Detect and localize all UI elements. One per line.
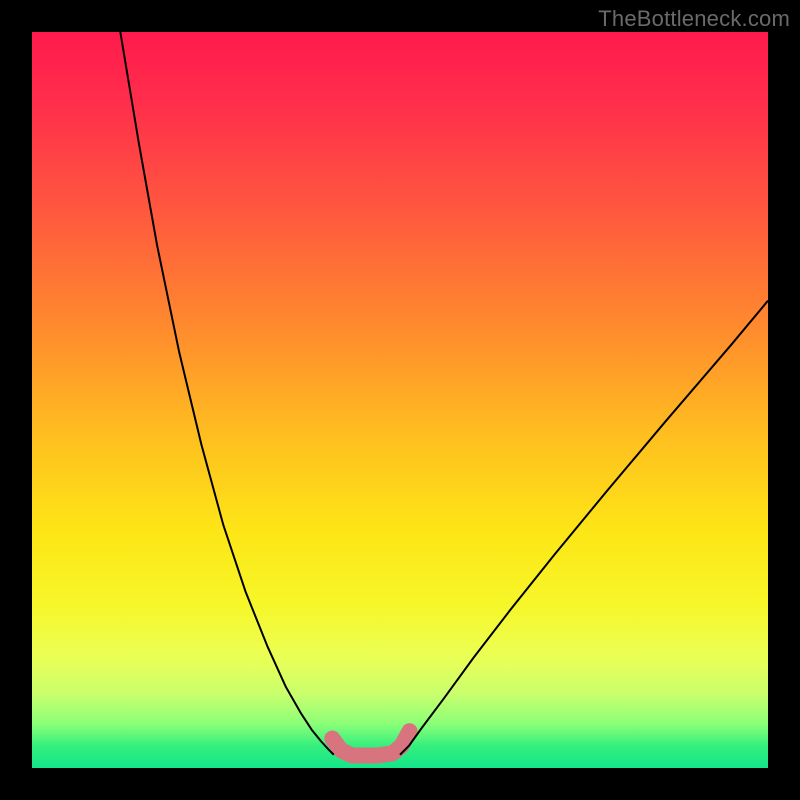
plot-svg xyxy=(32,32,768,768)
chart-container: TheBottleneck.com xyxy=(0,0,800,800)
watermark-text: TheBottleneck.com xyxy=(598,6,790,32)
plot-background xyxy=(32,32,768,768)
plot-area xyxy=(32,32,768,768)
